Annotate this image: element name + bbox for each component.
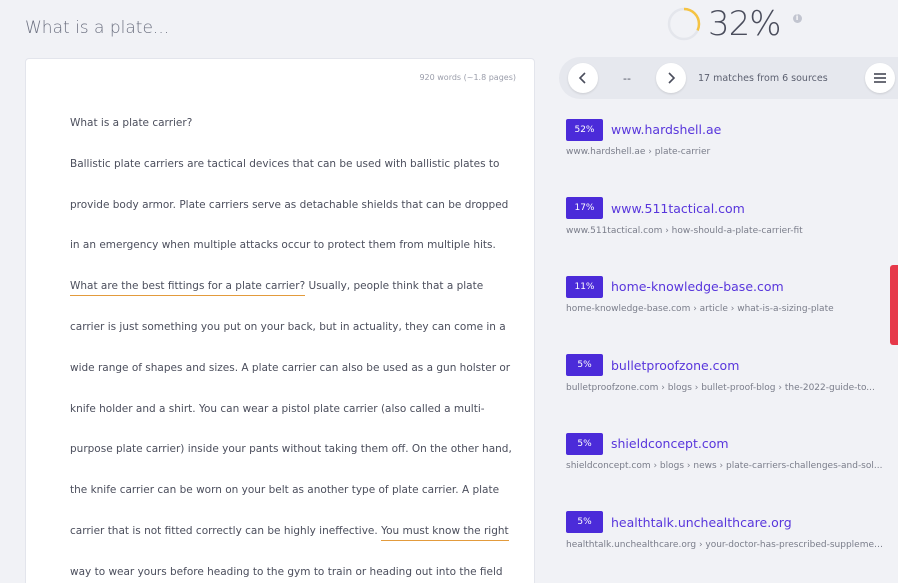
source-path: www.hardshell.ae › plate-carrier [566, 147, 711, 157]
source-item[interactable]: 5% healthtalk.unchealthcare.org healthtalk… [566, 511, 891, 583]
document-line: way to wear yours before heading to the … [70, 566, 503, 583]
document-line: carrier is just something you put on you… [70, 321, 506, 362]
match-percent-badge: 5% [566, 511, 603, 534]
source-path: shieldconcept.com › blogs › news › plate… [566, 461, 883, 472]
document-text: purpose plate carrier) inside your pants… [70, 443, 512, 456]
document-text: way to wear yours before heading to the … [70, 565, 503, 578]
source-item[interactable]: 17% www.511tactical.com www.511tactical.co… [566, 197, 891, 276]
word-count: 920 words (~1.8 pages) [419, 73, 516, 82]
source-link[interactable]: shieldconcept.com [611, 436, 729, 451]
document-text: carrier that is not fitted correctly can… [70, 524, 382, 537]
match-percent-badge: 5% [566, 432, 603, 455]
source-link[interactable]: www.511tactical.com [611, 201, 745, 216]
source-path: home-knowledge-base.com › article › what… [566, 304, 834, 315]
document-line: the knife carrier can be worn on your be… [70, 484, 499, 525]
pager-value: -- [623, 71, 631, 85]
sources-toolbar: -- 17 matches from 6 sources [559, 57, 898, 99]
chevron-right-icon [668, 72, 676, 84]
document-line: purpose plate carrier) inside your pants… [70, 443, 512, 484]
source-path: healthtalk.unchealthcare.org › your-doct… [566, 539, 884, 550]
match-percent-badge: 17% [566, 197, 603, 220]
similarity-score: 32% i [666, 4, 802, 44]
source-header: 52% www.hardshell.ae [566, 118, 891, 141]
document-text: knife holder and a shirt. You can wear a… [70, 402, 485, 415]
source-header: 5% healthtalk.unchealthcare.org [566, 511, 891, 534]
source-header: 17% www.511tactical.com [566, 197, 891, 220]
document-line: wide range of shapes and sizes. A plate … [70, 362, 510, 403]
source-item[interactable]: 11% home-knowledge-base.com home-knowledge… [566, 275, 891, 354]
match-percent-badge: 52% [566, 118, 603, 141]
document-line: provide body armor. Plate carriers serve… [70, 199, 508, 240]
source-link[interactable]: healthtalk.unchealthcare.org [611, 515, 792, 530]
document-line: What is a plate carrier? [70, 117, 490, 158]
document-line: Ballistic plate carriers are tactical de… [70, 158, 499, 199]
source-header: 5% shieldconcept.com [566, 432, 891, 455]
document-line: in an emergency when multiple attacks oc… [70, 239, 496, 280]
source-path: bulletproofzone.com › blogs › bullet-pro… [566, 382, 875, 393]
chevron-left-icon [578, 72, 586, 84]
document-text: the knife carrier can be worn on your be… [70, 484, 500, 497]
matched-text-highlight[interactable]: What are the best fittings for a plate c… [70, 280, 306, 297]
matches-summary: 17 matches from 6 sources [698, 72, 828, 84]
source-header: 5% bulletproofzone.com [566, 354, 891, 377]
source-link[interactable]: bulletproofzone.com [611, 358, 739, 373]
menu-button[interactable] [865, 63, 895, 93]
source-item[interactable]: 5% bulletproofzone.com bulletproofzone.com… [566, 354, 891, 433]
source-list: 52% www.hardshell.ae www.hardshell.ae › pl… [566, 118, 891, 583]
document-line: knife holder and a shirt. You can wear a… [70, 403, 490, 444]
document-text: What is a plate carrier? [70, 117, 193, 129]
previous-match-button[interactable] [568, 63, 598, 93]
document-text: in an emergency when multiple attacks oc… [70, 239, 496, 252]
document-title: What is a plate... [25, 18, 170, 38]
document-text: carrier is just something you put on you… [70, 320, 506, 333]
source-path: www.511tactical.com › how-should-a-plate… [566, 225, 803, 236]
document-text: Ballistic plate carriers are tactical de… [70, 157, 500, 170]
source-item[interactable]: 52% www.hardshell.ae www.hardshell.ae › pl… [566, 118, 891, 197]
match-percent-badge: 5% [566, 354, 603, 377]
side-panel-tab[interactable] [890, 265, 898, 345]
document-body: What is a plate carrier? Ballistic plate … [70, 117, 512, 583]
document-line: What are the best fittings for a plate c… [70, 280, 490, 321]
matched-text-highlight[interactable]: You must know the right [381, 524, 509, 541]
source-link[interactable]: home-knowledge-base.com [611, 279, 784, 294]
hamburger-menu-icon [874, 73, 886, 83]
next-match-button[interactable] [656, 63, 686, 93]
score-value: 32% [708, 4, 782, 44]
document-text: provide body armor. Plate carriers serve… [70, 198, 509, 211]
document-panel: 920 words (~1.8 pages) What is a plate c… [25, 58, 535, 583]
document-text: Usually, people think that a plate [305, 280, 484, 293]
sources-panel: -- 17 matches from 6 sources 52% www.hard… [559, 57, 898, 583]
document-line: carrier that is not fitted correctly can… [70, 524, 509, 566]
score-ring-icon [667, 7, 701, 41]
source-header: 11% home-knowledge-base.com [566, 275, 891, 298]
source-link[interactable]: www.hardshell.ae [611, 122, 721, 137]
match-percent-badge: 11% [566, 275, 603, 298]
info-icon[interactable]: i [792, 13, 802, 23]
source-item[interactable]: 5% shieldconcept.com shieldconcept.com › b… [566, 432, 891, 511]
document-text: wide range of shapes and sizes. A plate … [70, 361, 511, 374]
